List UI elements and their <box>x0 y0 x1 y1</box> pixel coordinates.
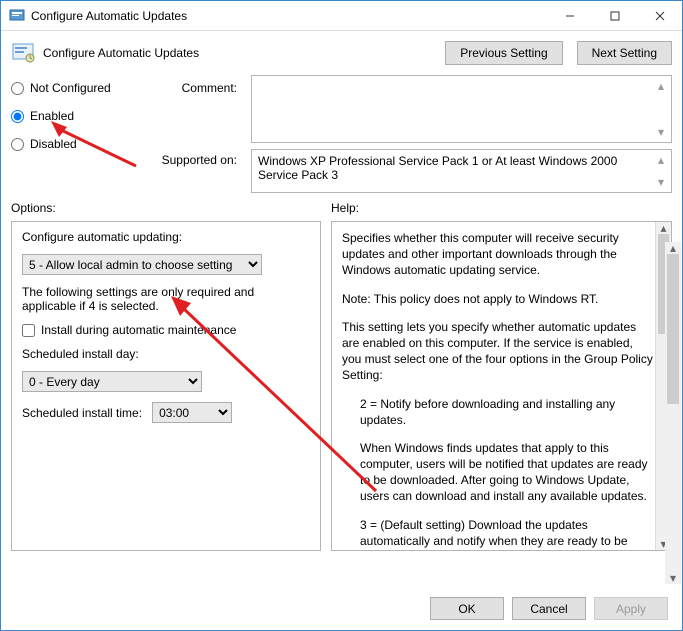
help-label: Help: <box>331 201 672 215</box>
chevron-up-icon: ▴ <box>656 222 671 234</box>
chevron-up-icon: ▴ <box>653 152 669 168</box>
state-radios: Not Configured Enabled Disabled <box>11 75 141 193</box>
chevron-up-icon: ▴ <box>665 242 681 254</box>
maximize-button[interactable] <box>592 1 637 31</box>
scheduled-time-label: Scheduled install time: <box>22 406 142 420</box>
help-panel: Specifies whether this computer will rec… <box>331 221 672 551</box>
help-text: Specifies whether this computer will rec… <box>342 230 653 551</box>
supported-text: Windows XP Professional Service Pack 1 o… <box>258 154 651 182</box>
help-p3: This setting lets you specify whether au… <box>342 319 653 384</box>
help-p4: 2 = Notify before downloading and instal… <box>342 396 653 428</box>
help-p2: Note: This policy does not apply to Wind… <box>342 291 653 307</box>
supported-on-box: Windows XP Professional Service Pack 1 o… <box>251 149 672 193</box>
ok-button[interactable]: OK <box>430 597 504 620</box>
minimize-button[interactable] <box>547 1 592 31</box>
radio-enabled-input[interactable] <box>11 110 24 123</box>
radio-not-configured-input[interactable] <box>11 82 24 95</box>
dialog-buttons: OK Cancel Apply <box>430 597 668 620</box>
titlebar: Configure Automatic Updates <box>1 1 682 31</box>
install-maintenance-checkbox[interactable]: Install during automatic maintenance <box>22 323 310 337</box>
header: Configure Automatic Updates Previous Set… <box>1 31 682 75</box>
scrollbar-thumb[interactable] <box>667 254 679 404</box>
field-col: ▴ ▾ Windows XP Professional Service Pack… <box>251 75 672 193</box>
help-p6: 3 = (Default setting) Download the updat… <box>342 517 653 551</box>
cancel-button[interactable]: Cancel <box>512 597 586 620</box>
previous-setting-button[interactable]: Previous Setting <box>445 41 562 65</box>
help-p5: When Windows finds updates that apply to… <box>342 440 653 505</box>
policy-icon <box>11 41 35 65</box>
panels: Configure automatic updating: 5 - Allow … <box>1 221 682 551</box>
options-panel: Configure automatic updating: 5 - Allow … <box>11 221 321 551</box>
apply-button: Apply <box>594 597 668 620</box>
help-p1: Specifies whether this computer will rec… <box>342 230 653 279</box>
configure-updating-select[interactable]: 5 - Allow local admin to choose setting <box>22 254 262 275</box>
close-button[interactable] <box>637 1 682 31</box>
chevron-up-icon: ▴ <box>653 78 669 94</box>
radio-enabled[interactable]: Enabled <box>11 109 141 123</box>
radio-not-configured-label: Not Configured <box>30 81 111 95</box>
radio-disabled-label: Disabled <box>30 137 77 151</box>
options-label: Options: <box>11 201 331 215</box>
scheduled-day-select[interactable]: 0 - Every day <box>22 371 202 392</box>
radio-not-configured[interactable]: Not Configured <box>11 81 141 95</box>
next-setting-button[interactable]: Next Setting <box>577 41 672 65</box>
scheduled-time-select[interactable]: 03:00 <box>152 402 232 423</box>
comment-textarea[interactable]: ▴ ▾ <box>251 75 672 143</box>
install-maintenance-label: Install during automatic maintenance <box>41 323 236 337</box>
chevron-down-icon: ▾ <box>653 124 669 140</box>
section-labels: Options: Help: <box>1 193 682 221</box>
configure-updating-label: Configure automatic updating: <box>22 230 310 244</box>
install-maintenance-input[interactable] <box>22 324 35 337</box>
scheduled-day-label: Scheduled install day: <box>22 347 310 361</box>
supported-label: Supported on: <box>151 153 241 167</box>
radio-enabled-label: Enabled <box>30 109 74 123</box>
radio-disabled[interactable]: Disabled <box>11 137 141 151</box>
radio-disabled-input[interactable] <box>11 138 24 151</box>
field-labels: Comment: Supported on: <box>151 75 241 193</box>
comment-label: Comment: <box>151 81 241 95</box>
window-title: Configure Automatic Updates <box>31 9 547 23</box>
page-title: Configure Automatic Updates <box>43 46 431 60</box>
dialog-scrollbar[interactable]: ▴ ▾ <box>665 242 681 584</box>
config-area: Not Configured Enabled Disabled Comment:… <box>1 75 682 193</box>
app-icon <box>9 8 25 24</box>
chevron-down-icon: ▾ <box>653 174 669 190</box>
options-note: The following settings are only required… <box>22 285 310 313</box>
chevron-down-icon: ▾ <box>665 572 681 584</box>
